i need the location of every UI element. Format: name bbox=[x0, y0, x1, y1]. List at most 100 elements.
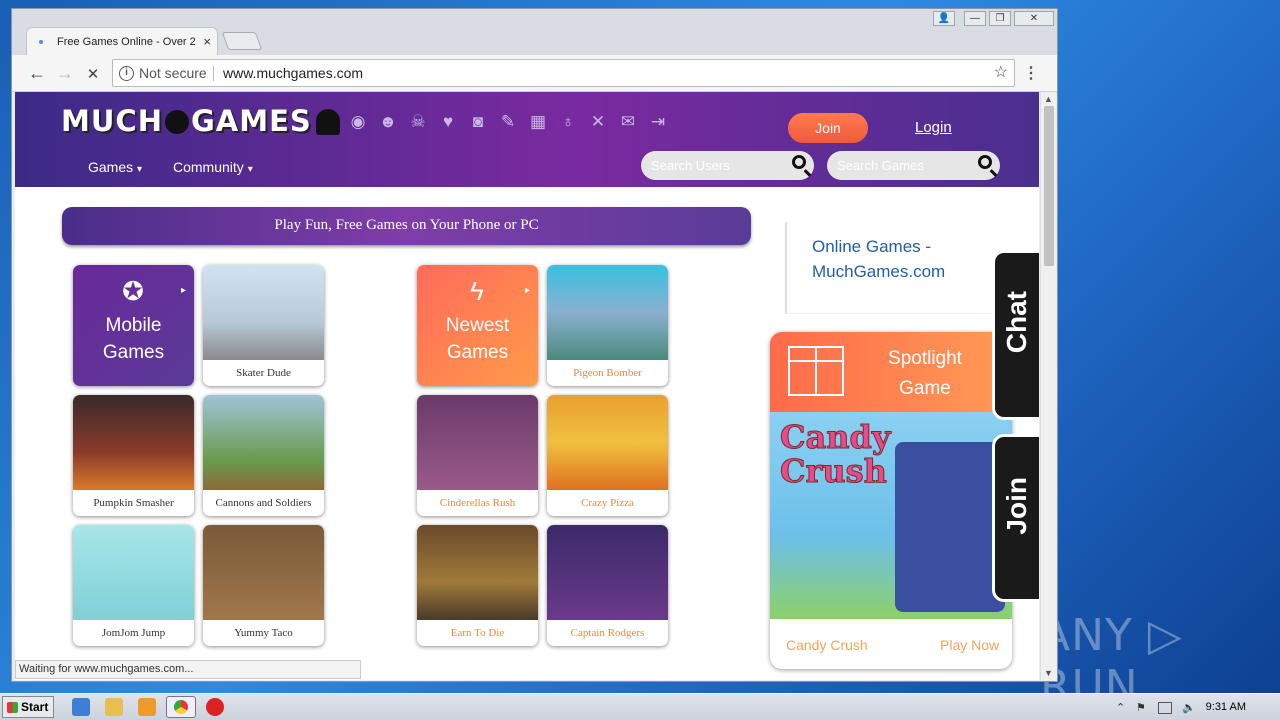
tray-expand-icon[interactable]: ⌃ bbox=[1116, 701, 1125, 714]
rss-icon[interactable]: ◉ bbox=[348, 112, 368, 132]
sidebar-site-title: Online Games - MuchGames.com bbox=[785, 222, 1000, 314]
gift-icon[interactable]: ▦ bbox=[528, 112, 548, 132]
game-title[interactable]: JomJom Jump bbox=[73, 621, 194, 646]
search-icon[interactable] bbox=[792, 155, 806, 169]
search-users-input[interactable]: Search Users bbox=[641, 151, 814, 180]
tab-muchgames[interactable]: Free Games Online - Over 2 × bbox=[26, 27, 218, 55]
logout-icon[interactable]: ⇥ bbox=[648, 112, 668, 132]
chrome-taskbar-button[interactable] bbox=[166, 696, 196, 718]
game-title[interactable]: Cinderellas Rush bbox=[417, 491, 538, 516]
game-thumbnail[interactable] bbox=[417, 525, 538, 620]
candy-crush-art-text: Candy Crush bbox=[779, 418, 891, 490]
pencil-icon[interactable]: ✎ bbox=[498, 112, 518, 132]
flag-icon[interactable]: ⚑ bbox=[1136, 701, 1146, 714]
game-card[interactable]: Pumpkin Smasher bbox=[73, 395, 194, 516]
category-newest-games[interactable]: ϟ ▸ Newest Games bbox=[417, 265, 538, 386]
skulls-icon[interactable]: ☠ bbox=[408, 112, 428, 132]
minimize-button[interactable]: — bbox=[964, 11, 986, 26]
game-title[interactable]: Skater Dude bbox=[203, 361, 324, 386]
forward-icon[interactable]: → bbox=[54, 63, 76, 84]
new-tab-button[interactable] bbox=[221, 32, 263, 50]
close-window-button[interactable]: ✕ bbox=[1014, 11, 1054, 26]
scroll-down-icon[interactable]: ▼ bbox=[1044, 668, 1053, 678]
spotlight-game-card[interactable]: Spotlight Game Candy Crush Candy Crush Pla… bbox=[770, 332, 1012, 669]
stop-icon[interactable]: ✕ bbox=[82, 65, 104, 83]
game-title[interactable]: Yummy Taco bbox=[203, 621, 324, 646]
user-icon[interactable]: 👤 bbox=[933, 11, 955, 26]
game-thumbnail[interactable] bbox=[73, 395, 194, 490]
game-thumbnail[interactable] bbox=[203, 265, 324, 360]
tab-title: Free Games Online - Over 2 bbox=[57, 36, 196, 48]
chat-tab[interactable]: Chat bbox=[992, 250, 1039, 420]
game-card[interactable]: Cannons and Soldiers bbox=[203, 395, 324, 516]
media-player-icon[interactable] bbox=[138, 698, 156, 716]
speaker-icon[interactable]: 🔈 bbox=[1182, 701, 1196, 714]
game-title[interactable]: Pumpkin Smasher bbox=[73, 491, 194, 516]
windows-logo-icon bbox=[7, 702, 18, 713]
chrome-icon bbox=[174, 700, 188, 714]
star-icon: ✪ bbox=[122, 276, 144, 306]
site-title-link[interactable]: Online Games - MuchGames.com bbox=[812, 234, 992, 284]
address-bar[interactable]: i Not secure www.muchgames.com ☆ bbox=[112, 59, 1015, 87]
muchgames-logo[interactable]: MUCH GAMES bbox=[61, 104, 340, 138]
game-title[interactable]: Crazy Pizza bbox=[547, 491, 668, 516]
scroll-up-icon[interactable]: ▲ bbox=[1044, 94, 1053, 104]
explorer-icon[interactable] bbox=[105, 698, 123, 716]
play-now-link[interactable]: Play Now bbox=[940, 637, 999, 653]
back-icon[interactable]: ← bbox=[26, 63, 48, 84]
game-card[interactable]: Earn To Die bbox=[417, 525, 538, 646]
taskbar: Start ⌃ ⚑ 🔈 9:31 AM bbox=[0, 693, 1280, 720]
game-thumbnail[interactable] bbox=[73, 525, 194, 620]
game-thumbnail[interactable] bbox=[203, 525, 324, 620]
start-button[interactable]: Start bbox=[2, 696, 54, 718]
game-title[interactable]: Captain Rodgers bbox=[547, 621, 668, 646]
info-icon[interactable]: i bbox=[119, 66, 134, 81]
gift-icon bbox=[788, 346, 844, 396]
game-thumbnail[interactable] bbox=[547, 395, 668, 490]
game-thumbnail[interactable] bbox=[547, 525, 668, 620]
games-menu[interactable]: Games ▾ bbox=[88, 159, 142, 175]
game-card[interactable]: Cinderellas Rush bbox=[417, 395, 538, 516]
search-games-input[interactable]: Search Games bbox=[827, 151, 1000, 180]
opera-icon[interactable] bbox=[206, 698, 224, 716]
vertical-scrollbar[interactable]: ▲ ▼ bbox=[1040, 92, 1056, 680]
bookmark-star-icon[interactable]: ☆ bbox=[994, 60, 1008, 86]
game-card[interactable]: Captain Rodgers bbox=[547, 525, 668, 646]
candy-crush-thumbnail[interactable]: Candy Crush bbox=[770, 412, 1012, 619]
login-link[interactable]: Login bbox=[915, 119, 952, 136]
network-icon[interactable] bbox=[1158, 702, 1172, 714]
page-viewport: MUCH GAMES ◉ ☻ ☠ ♥ ◙ ✎ ▦ ♁ ✕ ✉ ⇥ Join Login Games ▾… bbox=[15, 92, 1039, 680]
game-title[interactable]: Pigeon Bomber bbox=[547, 361, 668, 386]
community-menu[interactable]: Community ▾ bbox=[173, 159, 253, 175]
url-text[interactable]: www.muchgames.com bbox=[223, 60, 363, 86]
restore-button[interactable]: ❐ bbox=[989, 11, 1011, 26]
game-card[interactable]: Yummy Taco bbox=[203, 525, 324, 646]
skull-icon[interactable]: ☻ bbox=[378, 112, 398, 132]
status-bar: Waiting for www.muchgames.com... bbox=[15, 660, 361, 679]
menu-icon[interactable]: ⋮ bbox=[1023, 63, 1039, 83]
game-thumbnail[interactable] bbox=[547, 265, 668, 360]
game-thumbnail[interactable] bbox=[203, 395, 324, 490]
join-button[interactable]: Join bbox=[788, 113, 868, 143]
category-mobile-games[interactable]: ✪ ▸ Mobile Games bbox=[73, 265, 194, 386]
join-tab[interactable]: Join bbox=[992, 434, 1039, 602]
heart-icon[interactable]: ♥ bbox=[438, 112, 458, 132]
spotlight-game-name[interactable]: Candy Crush bbox=[786, 637, 868, 653]
tools-icon[interactable]: ✕ bbox=[588, 112, 608, 132]
game-card[interactable]: JomJom Jump bbox=[73, 525, 194, 646]
tab-strip: Free Games Online - Over 2 × 👤 — ❐ ✕ bbox=[12, 9, 1057, 55]
game-thumbnail[interactable] bbox=[417, 395, 538, 490]
medal-icon[interactable]: ♁ bbox=[558, 112, 578, 132]
mail-icon[interactable]: ✉ bbox=[618, 112, 638, 132]
game-title[interactable]: Earn To Die bbox=[417, 621, 538, 646]
game-card[interactable]: Crazy Pizza bbox=[547, 395, 668, 516]
game-card[interactable]: Skater Dude bbox=[203, 265, 324, 386]
caret-down-icon: ▾ bbox=[137, 164, 143, 175]
ie-icon[interactable] bbox=[72, 698, 90, 716]
tab-close-icon[interactable]: × bbox=[203, 34, 211, 49]
search-icon[interactable] bbox=[978, 155, 992, 169]
game-title[interactable]: Cannons and Soldiers bbox=[203, 491, 324, 516]
camera-icon[interactable]: ◙ bbox=[468, 112, 488, 132]
game-card[interactable]: Pigeon Bomber bbox=[547, 265, 668, 386]
scroll-thumb[interactable] bbox=[1044, 106, 1054, 266]
